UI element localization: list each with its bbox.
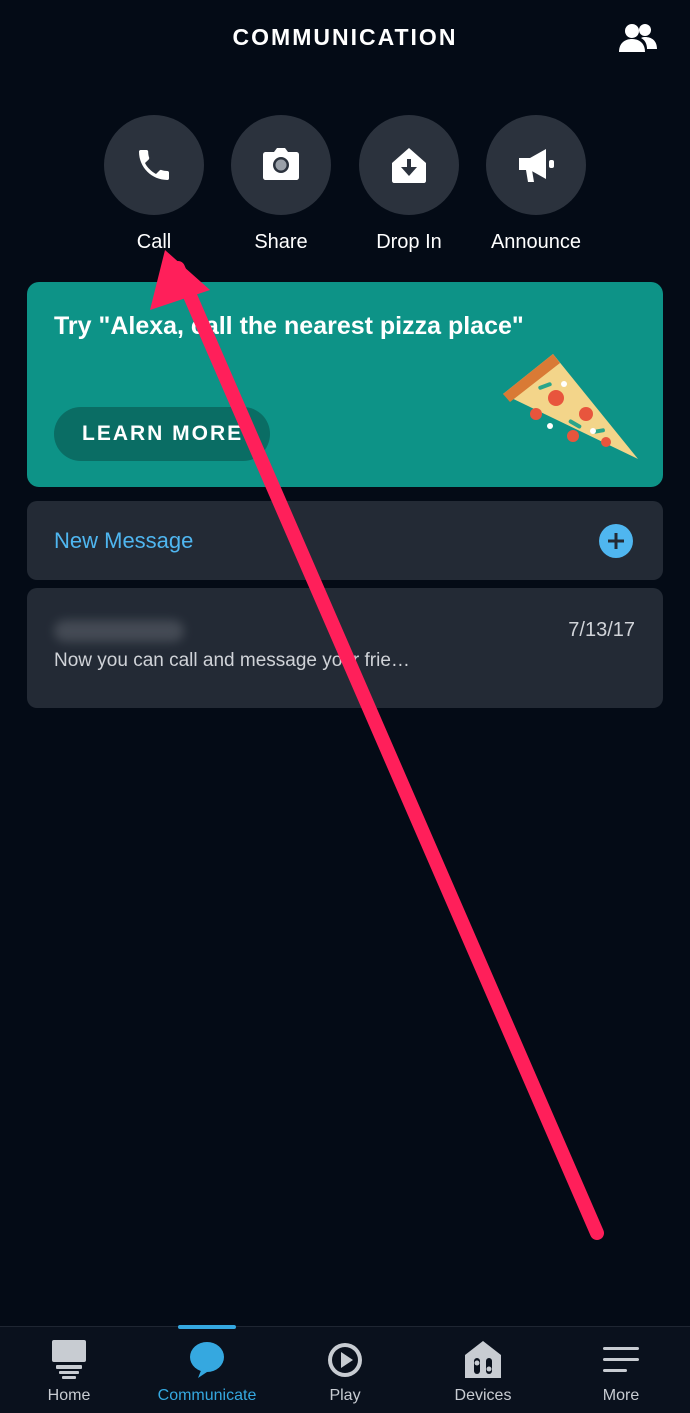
share-button[interactable] bbox=[231, 115, 331, 215]
megaphone-icon bbox=[519, 149, 554, 182]
promo-card: Try "Alexa, call the nearest pizza place… bbox=[27, 282, 663, 487]
announce-label: Announce bbox=[490, 231, 582, 253]
new-message-label: New Message bbox=[54, 528, 194, 553]
pizza-slice-illustration bbox=[503, 354, 638, 459]
contact-name-blurred bbox=[54, 620, 184, 642]
share-action[interactable]: Share bbox=[211, 115, 351, 254]
contacts-icon bbox=[619, 24, 657, 52]
nav-home-label: Home bbox=[47, 1387, 91, 1404]
nav-communicate-label: Communicate bbox=[157, 1387, 257, 1404]
drop-in-action[interactable]: Drop In bbox=[339, 115, 479, 254]
phone-icon bbox=[139, 150, 169, 180]
announce-action[interactable]: Announce bbox=[466, 115, 606, 254]
nav-play[interactable]: Play bbox=[276, 1327, 414, 1413]
contacts-button[interactable] bbox=[616, 18, 660, 58]
call-button[interactable] bbox=[104, 115, 204, 215]
page-title: COMMUNICATION bbox=[232, 24, 458, 50]
drop-in-button[interactable] bbox=[359, 115, 459, 215]
conversation-row[interactable]: 7/13/17 Now you can call and message you… bbox=[27, 588, 663, 708]
bottom-navigation: Home Communicate Play Devices More bbox=[0, 1325, 690, 1413]
nav-home[interactable]: Home bbox=[0, 1327, 138, 1413]
nav-devices[interactable]: Devices bbox=[414, 1327, 552, 1413]
play-icon bbox=[323, 1339, 367, 1381]
drop-in-label: Drop In bbox=[376, 231, 442, 253]
active-tab-indicator bbox=[178, 1325, 236, 1329]
drop-in-icon bbox=[392, 148, 426, 183]
nav-communicate[interactable]: Communicate bbox=[138, 1325, 276, 1413]
nav-play-label: Play bbox=[329, 1387, 361, 1404]
nav-more[interactable]: More bbox=[552, 1327, 690, 1413]
nav-more-label: More bbox=[602, 1387, 640, 1404]
chat-bubble-icon bbox=[185, 1339, 229, 1381]
share-label: Share bbox=[254, 231, 308, 253]
promo-text: Try "Alexa, call the nearest pizza place… bbox=[54, 312, 524, 340]
menu-icon bbox=[599, 1339, 643, 1381]
announce-button[interactable] bbox=[486, 115, 586, 215]
learn-more-button[interactable]: LEARN MORE bbox=[54, 407, 270, 461]
quick-actions: Call Share Drop In Announce bbox=[0, 115, 690, 265]
nav-devices-label: Devices bbox=[454, 1387, 512, 1404]
header: COMMUNICATION bbox=[0, 0, 690, 80]
plus-circle-icon[interactable] bbox=[599, 524, 633, 558]
new-message-row[interactable]: New Message bbox=[27, 501, 663, 580]
home-icon bbox=[47, 1339, 91, 1381]
devices-icon bbox=[461, 1339, 505, 1381]
call-label: Call bbox=[136, 231, 172, 253]
conversation-date: 7/13/17 bbox=[568, 619, 635, 641]
camera-icon bbox=[263, 148, 299, 180]
call-action[interactable]: Call bbox=[84, 115, 224, 254]
conversation-preview: Now you can call and message your frie… bbox=[54, 650, 410, 671]
